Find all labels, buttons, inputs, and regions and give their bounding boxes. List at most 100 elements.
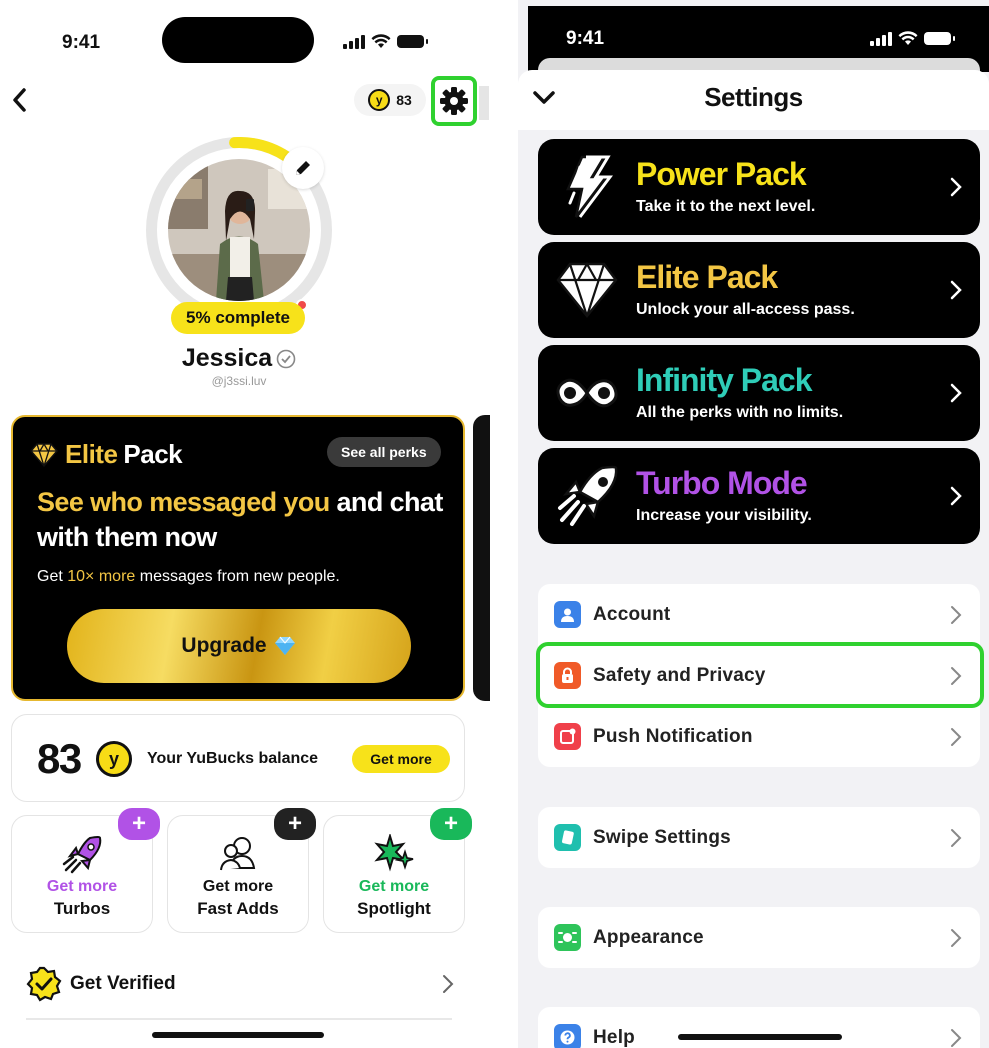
elite-subtitle: Get 10× more messages from new people. [37, 568, 340, 586]
battery-icon [924, 32, 955, 45]
chevron-right-icon [951, 828, 962, 847]
elite-sub-highlight: 10× more [67, 568, 136, 585]
coin-count: 83 [396, 92, 412, 108]
pack-subtitle: All the perks with no limits. [636, 404, 844, 421]
scroll-hint [479, 86, 489, 120]
turbo-mode-card[interactable]: Turbo Mode Increase your visibility. [538, 448, 980, 544]
plus-icon: + [430, 808, 472, 840]
signal-icon [343, 34, 365, 49]
back-button[interactable] [8, 86, 32, 114]
home-indicator[interactable] [152, 1032, 324, 1038]
dynamic-island [162, 17, 314, 63]
settings-group-swipe: Swipe Settings [538, 807, 980, 868]
settings-item-swipe-settings[interactable]: Swipe Settings [538, 807, 980, 868]
infinity-icon [556, 378, 618, 408]
power-pack-card[interactable]: Power Pack Take it to the next level. [538, 139, 980, 235]
elite-sub-suffix: messages from new people. [139, 568, 340, 585]
wifi-icon [371, 34, 391, 48]
safety-privacy-highlight [536, 642, 984, 708]
elite-pack-card[interactable]: Elite Pack See all perks See who message… [11, 415, 465, 701]
gear-icon [440, 87, 468, 115]
plus-icon: + [118, 808, 160, 840]
get-more-spotlight-tile[interactable]: + Get more Spotlight [323, 808, 472, 933]
settings-item-label: Swipe Settings [593, 826, 731, 848]
plus-icon: + [274, 808, 316, 840]
elite-headline-highlight: See who messaged you [37, 487, 330, 517]
help-icon [554, 1024, 581, 1048]
yubucks-balance-card: 83 y Your YuBucks balance Get more [11, 714, 465, 802]
see-all-perks-button[interactable]: See all perks [327, 437, 441, 467]
status-time: 9:41 [566, 28, 605, 49]
tile-line1: Get more [46, 878, 118, 895]
elite-headline: See who messaged you and chat with them … [37, 485, 457, 555]
get-verified-row[interactable]: Get Verified [26, 962, 454, 1006]
chevron-right-icon [950, 177, 962, 197]
settings-item-account[interactable]: Account [538, 584, 980, 645]
cards-icon [554, 824, 581, 851]
elite-pack-card[interactable]: Elite Pack Unlock your all-access pass. [538, 242, 980, 338]
wifi-icon [898, 31, 918, 45]
pack-subtitle: Increase your visibility. [636, 507, 812, 524]
fast-adds-icon [220, 837, 256, 871]
yubucks-label: Your YuBucks balance [147, 750, 319, 767]
chevron-right-icon [951, 727, 962, 746]
infinity-pack-card[interactable]: Infinity Pack All the perks with no limi… [538, 345, 980, 441]
chevron-right-icon [950, 383, 962, 403]
rocket-icon [62, 836, 102, 874]
pack-title: Turbo Mode [636, 465, 808, 501]
coin-balance-pill[interactable]: y 83 [354, 84, 426, 116]
settings-item-push-notification[interactable]: Push Notification [538, 706, 980, 767]
profile-name: Jessica [181, 344, 273, 372]
profile-screen: 9:41 y 83 5% complete Jessica @j3ssi.luv… [0, 0, 490, 1048]
chevron-right-icon [951, 1028, 962, 1047]
status-icons [870, 31, 955, 46]
yubucks-coin-icon: y [96, 741, 132, 777]
settings-gear-button[interactable] [431, 76, 477, 126]
get-more-fast-adds-tile[interactable]: + Get more Fast Adds [167, 808, 316, 933]
settings-group-appearance: Appearance [538, 907, 980, 968]
elite-title-word1: Elite [65, 439, 118, 469]
verified-badge-icon [26, 966, 62, 1002]
get-verified-label: Get Verified [70, 973, 176, 994]
notification-icon [554, 723, 581, 750]
chevron-right-icon [950, 486, 962, 506]
battery-icon [397, 35, 428, 48]
diamond-icon [556, 261, 618, 318]
profile-completion-badge[interactable]: 5% complete [171, 302, 305, 334]
settings-item-help[interactable]: Help [538, 1007, 980, 1048]
pack-title: Power Pack [636, 156, 807, 192]
get-more-yubucks-button[interactable]: Get more [352, 745, 450, 773]
profile-avatar[interactable] [146, 137, 332, 323]
spotlight-icon [374, 834, 414, 872]
settings-item-label: Appearance [593, 926, 704, 948]
settings-item-appearance[interactable]: Appearance [538, 907, 980, 968]
yubucks-coin-icon: y [368, 89, 391, 111]
diamond-icon [30, 442, 58, 467]
edit-profile-button[interactable] [282, 147, 324, 189]
settings-item-label: Account [593, 603, 671, 625]
divider [26, 1018, 452, 1020]
profile-handle: @j3ssi.luv [211, 374, 267, 388]
elite-title-word2: Pack [123, 439, 183, 469]
pack-subtitle: Unlock your all-access pass. [636, 301, 855, 318]
tile-line1: Get more [202, 878, 274, 895]
profile-name-row: Jessica [0, 344, 478, 373]
pack-subtitle: Take it to the next level. [636, 198, 816, 215]
appearance-icon [554, 924, 581, 951]
next-card-peek[interactable] [473, 415, 490, 701]
home-indicator[interactable] [678, 1034, 842, 1040]
lightning-icon [566, 155, 613, 218]
settings-group-help: Help [538, 1007, 980, 1048]
status-icons [343, 34, 428, 49]
get-more-turbos-tile[interactable]: + Get more Turbos [11, 808, 160, 933]
tile-line2: Turbos [53, 899, 111, 918]
tile-line1: Get more [358, 878, 430, 895]
status-time: 9:41 [62, 32, 101, 53]
yubucks-amount: 83 [37, 735, 82, 782]
settings-item-label: Push Notification [593, 725, 753, 747]
upgrade-button[interactable]: Upgrade [67, 609, 411, 683]
chevron-right-icon [950, 280, 962, 300]
person-icon [554, 601, 581, 628]
gem-icon [274, 636, 295, 655]
settings-screen: 9:41 Settings Power Pack Take it to the … [518, 0, 989, 1048]
